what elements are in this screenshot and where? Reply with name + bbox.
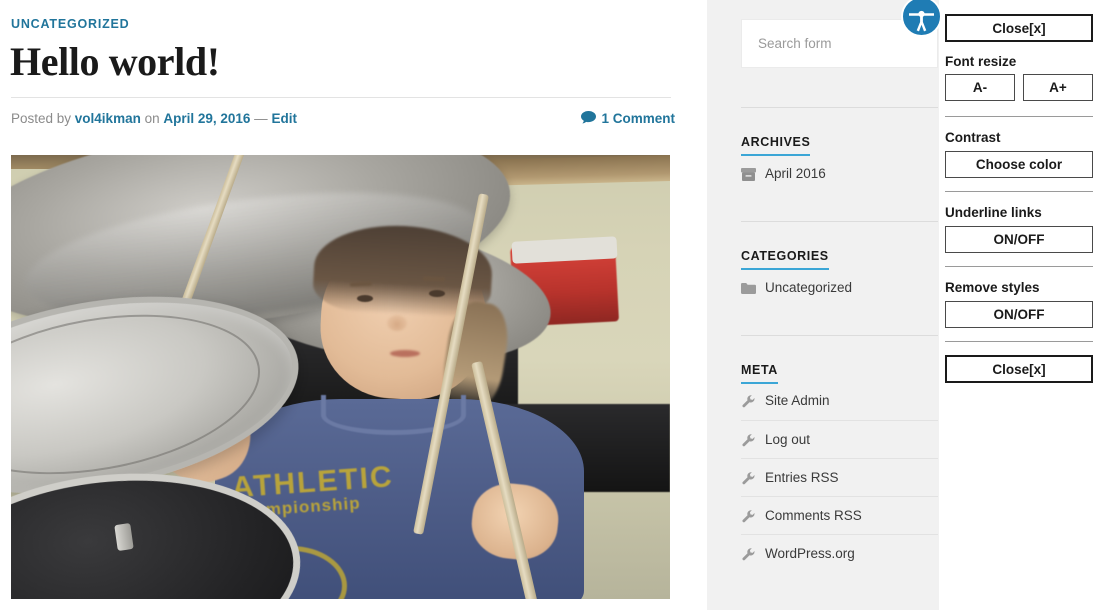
widget-divider-2 (741, 221, 938, 222)
featured-image[interactable]: ATHLETIC championship (11, 155, 670, 599)
accessibility-panel: Close[x] Font resize A- A+ Contrast Choo… (939, 0, 1100, 610)
sidebar-item-site-admin[interactable]: Site Admin (741, 382, 938, 420)
post-byline: Posted by vol4ikman on April 29, 2016 — … (11, 110, 297, 128)
sidebar: ARCHIVES April 2016 CATEGORIES Uncategor… (707, 0, 939, 610)
sidebar-item-uncategorized[interactable]: Uncategorized (741, 269, 938, 307)
sidebar-item-label: Site Admin (765, 393, 830, 408)
page-title: Hello world! (10, 39, 220, 84)
wrench-icon (741, 500, 756, 538)
underline-links-label: Underline links (945, 205, 1042, 220)
sidebar-item-label: Log out (765, 432, 811, 447)
wrench-icon (741, 462, 756, 500)
sidebar-item-label: Comments RSS (765, 508, 862, 523)
sidebar-item-entries-rss[interactable]: Entries RSS (741, 458, 938, 496)
sidebar-item-log-out[interactable]: Log out (741, 420, 938, 458)
photo-child-brow-left (350, 280, 373, 287)
panel-divider-1 (945, 116, 1093, 117)
font-resize-label: Font resize (945, 54, 1017, 69)
sidebar-item-label: Entries RSS (765, 470, 839, 485)
photo-child-brow-right (422, 276, 445, 282)
sidebar-item-label: April 2016 (765, 166, 826, 181)
close-button-bottom[interactable]: Close[x] (945, 355, 1093, 383)
byline-posted-by: Posted by (11, 111, 75, 126)
comments-link[interactable]: 1 Comment (581, 110, 675, 129)
comment-bubble-icon (581, 111, 597, 129)
widget-divider-3 (741, 335, 938, 336)
sidebar-item-comments-rss[interactable]: Comments RSS (741, 496, 938, 534)
post-category[interactable]: UNCATEGORIZED (11, 17, 130, 31)
sidebar-item-label: WordPress.org (765, 546, 855, 561)
folder-icon (741, 272, 756, 310)
byline-on: on (140, 111, 164, 126)
sidebar-item-april-2016[interactable]: April 2016 (741, 155, 938, 193)
wrench-icon (741, 538, 756, 576)
sidebar-item-wordpress-org[interactable]: WordPress.org (741, 534, 938, 572)
page-root: UNCATEGORIZED Hello world! Posted by vol… (0, 0, 1100, 610)
byline-dash: — (250, 111, 272, 126)
comments-count-label: 1 Comment (601, 111, 675, 126)
photo-child-nose (386, 314, 407, 331)
wrench-icon (741, 385, 756, 423)
underline-links-toggle[interactable]: ON/OFF (945, 226, 1093, 253)
close-button-top[interactable]: Close[x] (945, 14, 1093, 42)
title-divider (11, 97, 671, 98)
widget-title-meta: META (741, 363, 778, 384)
font-decrease-button[interactable]: A- (945, 74, 1015, 101)
photo-child-eye-left (356, 294, 373, 302)
sidebar-item-label: Uncategorized (765, 280, 853, 295)
panel-divider-3 (945, 266, 1093, 267)
accessibility-person-icon[interactable] (901, 0, 942, 37)
featured-image-content: ATHLETIC championship (11, 155, 670, 599)
remove-styles-label: Remove styles (945, 280, 1040, 295)
wrench-icon (741, 424, 756, 462)
widget-title-categories: CATEGORIES (741, 249, 829, 270)
widget-title-archives: ARCHIVES (741, 135, 811, 156)
panel-divider-2 (945, 191, 1093, 192)
choose-color-button[interactable]: Choose color (945, 151, 1093, 178)
widget-divider-1 (741, 107, 938, 108)
panel-divider-4 (945, 341, 1093, 342)
remove-styles-toggle[interactable]: ON/OFF (945, 301, 1093, 328)
font-increase-button[interactable]: A+ (1023, 74, 1093, 101)
author-link[interactable]: vol4ikman (75, 111, 141, 126)
edit-post-link[interactable]: Edit (271, 111, 297, 126)
contrast-label: Contrast (945, 130, 1001, 145)
post-date-link[interactable]: April 29, 2016 (163, 111, 250, 126)
article-column: UNCATEGORIZED Hello world! Posted by vol… (0, 0, 707, 610)
archive-box-icon (741, 158, 756, 196)
